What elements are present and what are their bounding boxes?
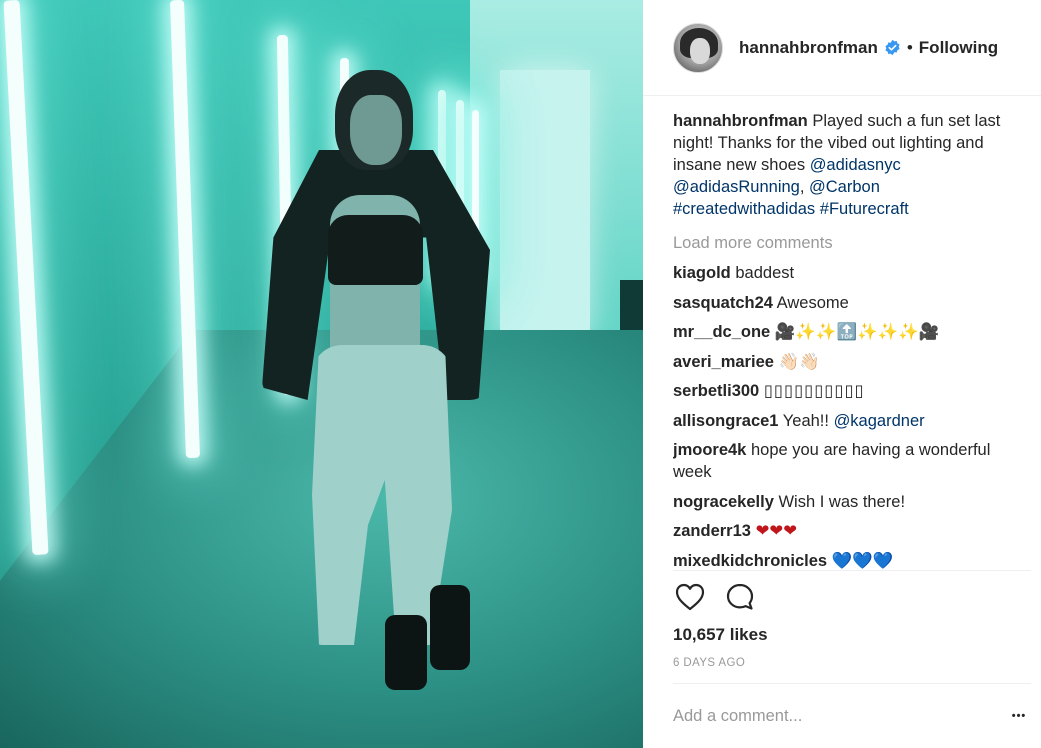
- comment-item: sasquatch24 Awesome: [673, 292, 1023, 314]
- neon-tube: [3, 0, 49, 556]
- comment-username[interactable]: sasquatch24: [673, 294, 773, 312]
- like-button[interactable]: [673, 582, 707, 616]
- heart-icon: [675, 583, 705, 616]
- comment-item: mr__dc_one 🎥✨✨🔝✨✨✨🎥: [673, 321, 1023, 343]
- photo-door-light: [500, 70, 590, 340]
- comment-item: averi_mariee 👋🏻👋🏻: [673, 351, 1023, 373]
- comment-text: 💙💙💙: [831, 551, 894, 570]
- comment-item: kiagold baddest: [673, 262, 1023, 284]
- photo-figure-shoe: [430, 585, 470, 670]
- verified-badge-icon: [884, 39, 901, 56]
- more-options-icon: •••: [1011, 710, 1027, 722]
- caption-hashtag-link[interactable]: #createdwithadidas: [673, 200, 815, 218]
- comment-username[interactable]: zanderr13: [673, 522, 751, 540]
- comment-username[interactable]: serbetli300: [673, 382, 759, 400]
- comment-text: baddest: [735, 264, 795, 282]
- load-more-comments-button[interactable]: Load more comments: [673, 232, 1023, 254]
- comment-button[interactable]: [723, 582, 757, 616]
- comment-item: allisongrace1 Yeah!! @kagardner: [673, 410, 1023, 432]
- comment-item: nogracekelly Wish I was there!: [673, 491, 1023, 513]
- photo-figure-face: [350, 95, 402, 165]
- post-photo[interactable]: [0, 0, 643, 748]
- caption-mention-link[interactable]: @adidasnyc: [810, 156, 901, 174]
- following-button[interactable]: Following: [919, 38, 998, 58]
- post-timestamp[interactable]: 6 DAYS AGO: [673, 657, 745, 669]
- comment-mention-link[interactable]: @kagardner: [834, 412, 925, 430]
- comment-text: ❤❤❤: [755, 522, 798, 540]
- post-header: hannahbronfman • Following: [643, 0, 1041, 96]
- add-comment-input[interactable]: [673, 700, 993, 732]
- comment-username[interactable]: nogracekelly: [673, 493, 774, 511]
- comment-username[interactable]: averi_mariee: [673, 353, 774, 371]
- comment-item: serbetli300 ▯▯▯▯▯▯▯▯▯▯: [673, 380, 1023, 402]
- post-caption: hannahbronfman Played such a fun set las…: [673, 110, 1023, 220]
- comment-username[interactable]: mr__dc_one: [673, 323, 770, 341]
- comment-text: 🎥✨✨🔝✨✨✨🎥: [774, 323, 940, 341]
- caption-mention-link[interactable]: @Carbon: [809, 178, 880, 196]
- post-side-panel: hannahbronfman • Following hannahbronfma…: [643, 0, 1041, 748]
- comment-text: Wish I was there!: [778, 492, 906, 511]
- avatar-face: [690, 37, 710, 64]
- comment-item: jmoore4k hope you are having a wonderful…: [673, 439, 1023, 483]
- caption-separator: ,: [799, 178, 810, 196]
- divider: [673, 683, 1031, 684]
- comment-text: Awesome: [776, 293, 849, 312]
- comment-item: zanderr13 ❤❤❤: [673, 520, 1023, 542]
- comment-username[interactable]: allisongrace1: [673, 412, 778, 430]
- comment-text: 👋🏻👋🏻: [778, 352, 820, 371]
- comments-list[interactable]: hannahbronfman Played such a fun set las…: [673, 110, 1023, 570]
- divider: [673, 570, 1031, 571]
- comment-username[interactable]: jmoore4k: [673, 441, 746, 459]
- comment-text: ▯▯▯▯▯▯▯▯▯▯: [763, 382, 865, 400]
- photo-figure-shoe: [385, 615, 427, 690]
- likes-count[interactable]: 10,657 likes: [673, 625, 768, 645]
- comment-username[interactable]: mixedkidchronicles: [673, 552, 827, 570]
- caption-mention-link[interactable]: @adidasRunning: [673, 178, 800, 196]
- comment-item: mixedkidchronicles 💙💙💙: [673, 550, 1023, 571]
- caption-hashtag-link[interactable]: #Futurecraft: [820, 200, 909, 218]
- more-options-button[interactable]: •••: [1007, 704, 1031, 728]
- caption-username[interactable]: hannahbronfman: [673, 112, 808, 130]
- header-username[interactable]: hannahbronfman: [739, 38, 878, 58]
- comment-username[interactable]: kiagold: [673, 264, 731, 282]
- comment-bubble-icon: [725, 582, 755, 617]
- avatar[interactable]: [673, 22, 723, 73]
- header-separator: •: [906, 37, 913, 57]
- comment-text: Yeah!!: [782, 411, 834, 430]
- photo-figure-top: [328, 215, 423, 285]
- post-actions: [673, 582, 773, 616]
